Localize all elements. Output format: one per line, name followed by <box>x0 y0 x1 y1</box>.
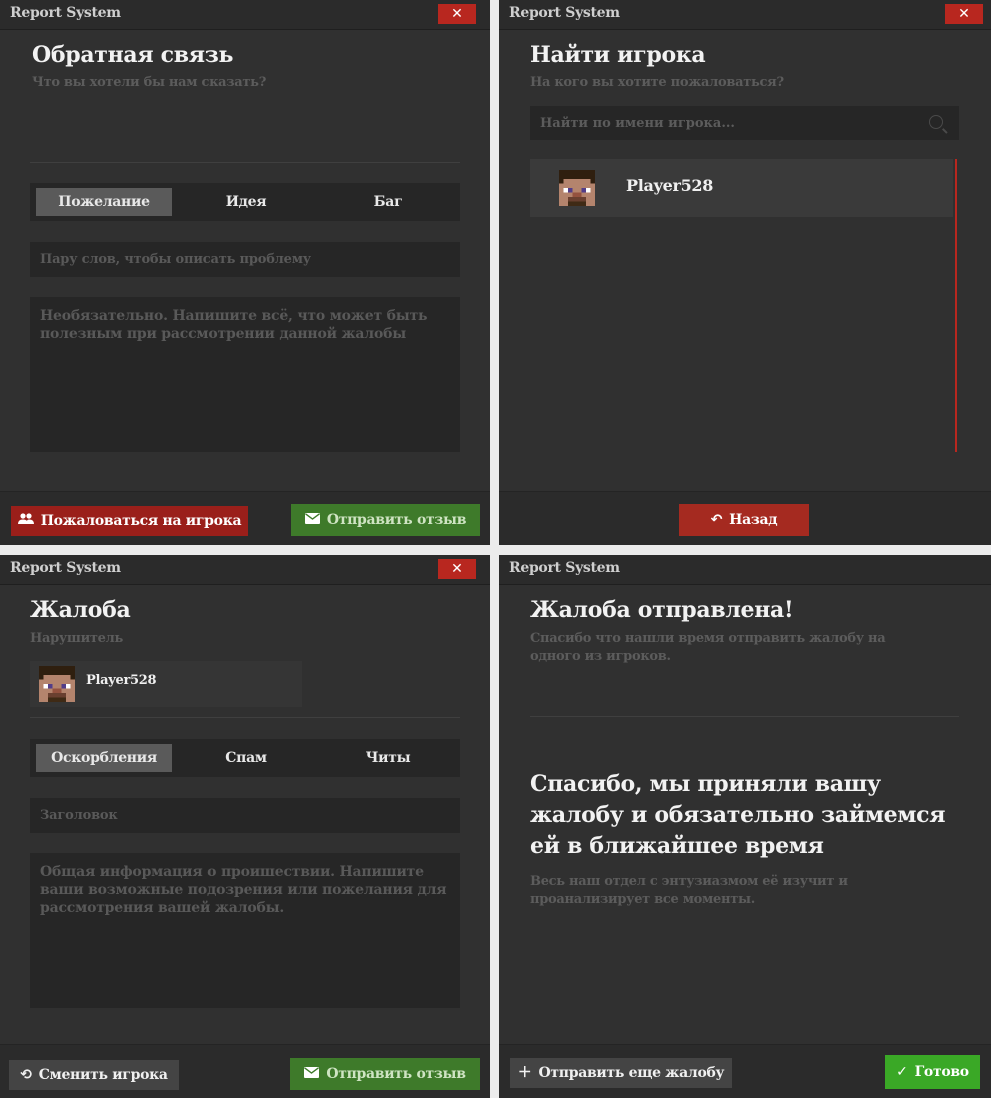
send-complaint-label: Отправить отзыв <box>326 1066 466 1082</box>
title-bar: Report System ✕ <box>0 0 490 30</box>
done-button[interactable]: ✓ Готово <box>885 1055 980 1089</box>
offender-card: Player528 <box>30 661 302 707</box>
search-placeholder: Найти по имени игрока... <box>540 116 735 131</box>
confirmation-message: Спасибо, мы приняли вашу жалобу и обязат… <box>530 771 946 859</box>
app-title: Report System <box>10 5 121 21</box>
envelope-icon <box>304 1059 320 1089</box>
close-button[interactable]: ✕ <box>945 4 983 24</box>
offender-name: Player528 <box>86 673 157 688</box>
footer: ＋ Отправить еще жалобу ✓ Готово <box>499 1044 991 1098</box>
send-another-label: Отправить еще жалобу <box>538 1065 725 1081</box>
users-icon <box>17 506 34 536</box>
tab-cheats[interactable]: Читы <box>320 744 456 772</box>
send-complaint-button[interactable]: Отправить отзыв <box>290 1058 480 1090</box>
send-another-button[interactable]: ＋ Отправить еще жалобу <box>510 1058 732 1088</box>
undo-arrow-icon: ↶ <box>710 512 723 528</box>
complaint-sent-window: Report System Жалоба отправлена! Спасибо… <box>499 555 991 1098</box>
offender-label: Нарушитель <box>30 631 124 646</box>
player-name: Player528 <box>626 176 714 195</box>
divider <box>30 717 460 718</box>
send-feedback-button[interactable]: Отправить отзыв <box>291 504 480 536</box>
app-title: Report System <box>509 560 620 576</box>
report-player-button[interactable]: Пожаловаться на игрока <box>11 506 248 536</box>
complaint-title-input[interactable]: Заголовок <box>30 798 460 833</box>
tab-wish[interactable]: Пожелание <box>36 188 172 216</box>
confirmation-note: Весь наш отдел с энтузиазмом её изучит и… <box>530 874 848 907</box>
footer: ↶ Назад <box>499 491 991 545</box>
page-title: Жалоба отправлена! <box>530 597 794 623</box>
divider <box>30 162 460 163</box>
scrollbar[interactable] <box>955 159 957 452</box>
page-title: Жалоба <box>30 597 131 623</box>
title-bar: Report System <box>499 555 991 585</box>
refresh-icon: ⟲ <box>20 1067 32 1083</box>
back-label: Назад <box>729 512 778 528</box>
feedback-type-selector: Пожелание Идея Баг <box>30 183 460 221</box>
complaint-type-selector: Оскорбления Спам Читы <box>30 739 460 777</box>
close-button[interactable]: ✕ <box>438 4 476 24</box>
tab-insults[interactable]: Оскорбления <box>36 744 172 772</box>
title-bar: Report System ✕ <box>0 555 490 585</box>
footer: Пожаловаться на игрока Отправить отзыв <box>0 491 490 545</box>
change-player-button[interactable]: ⟲ Сменить игрока <box>9 1060 179 1090</box>
app-title: Report System <box>10 560 121 576</box>
page-subtitle: Что вы хотели бы нам сказать? <box>32 75 267 90</box>
app-title: Report System <box>509 5 620 21</box>
page-title: Найти игрока <box>530 42 706 68</box>
report-player-label: Пожаловаться на игрока <box>40 513 242 529</box>
close-button[interactable]: ✕ <box>438 559 476 579</box>
complaint-details-textarea[interactable]: Общая информация о проишествии. Напишите… <box>30 853 460 1008</box>
check-icon: ✓ <box>896 1064 908 1080</box>
title-bar: Report System ✕ <box>499 0 991 30</box>
page-subtitle: Спасибо что нашли время отправить жалобу… <box>530 631 886 664</box>
find-player-window: Report System ✕ Найти игрока На кого вы … <box>499 0 991 545</box>
done-label: Готово <box>914 1064 970 1080</box>
tab-spam[interactable]: Спам <box>178 744 314 772</box>
player-search-input[interactable]: Найти по имени игрока... <box>530 106 959 140</box>
change-player-label: Сменить игрока <box>38 1067 168 1083</box>
plus-icon: ＋ <box>517 1065 532 1081</box>
page-subtitle: На кого вы хотите пожаловаться? <box>530 75 784 90</box>
tab-bug[interactable]: Баг <box>320 188 456 216</box>
back-button[interactable]: ↶ Назад <box>679 504 809 536</box>
search-icon <box>929 115 943 129</box>
tab-idea[interactable]: Идея <box>178 188 314 216</box>
feedback-window: Report System ✕ Обратная связь Что вы хо… <box>0 0 490 545</box>
envelope-icon <box>304 505 320 535</box>
player-avatar <box>39 666 75 702</box>
send-feedback-label: Отправить отзыв <box>326 512 467 528</box>
player-list-item[interactable]: Player528 <box>530 159 953 217</box>
page-title: Обратная связь <box>32 42 234 68</box>
details-textarea[interactable]: Необязательно. Напишите всё, что может б… <box>30 297 460 452</box>
summary-input[interactable]: Пару слов, чтобы описать проблему <box>30 242 460 277</box>
player-avatar <box>559 170 595 206</box>
footer: ⟲ Сменить игрока Отправить отзыв <box>0 1044 490 1098</box>
complaint-window: Report System ✕ Жалоба Нарушитель Player… <box>0 555 490 1098</box>
divider <box>530 716 959 717</box>
